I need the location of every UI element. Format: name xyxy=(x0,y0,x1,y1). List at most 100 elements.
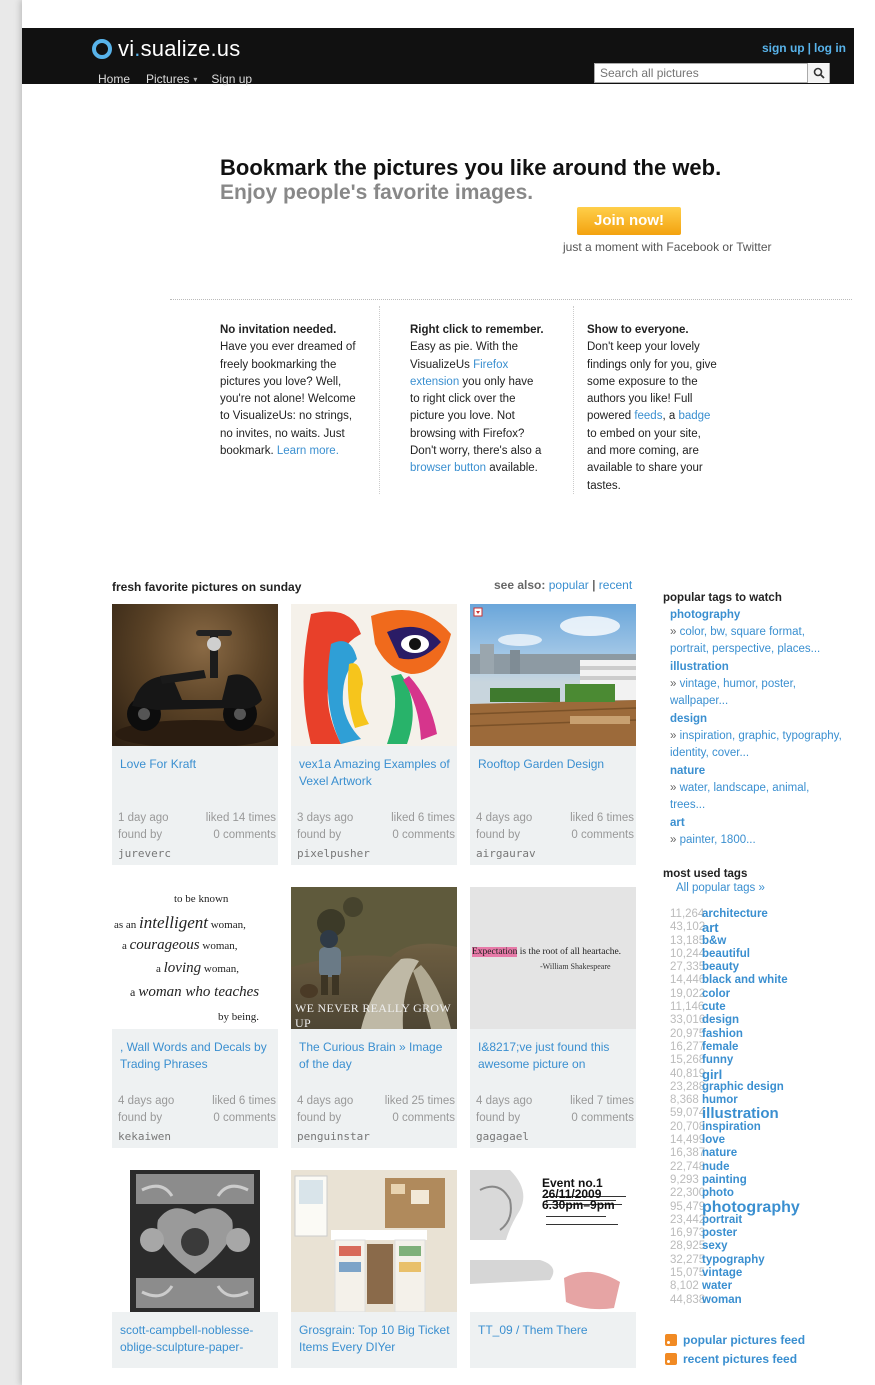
tag-link[interactable]: illustration xyxy=(670,659,860,676)
tag-link[interactable]: black and white xyxy=(702,974,788,987)
picture-card[interactable]: Rooftop Garden Design 4 days ago found b… xyxy=(470,604,636,865)
tag-link[interactable]: sexy xyxy=(702,1240,728,1253)
tag-link[interactable]: poster xyxy=(702,1227,737,1240)
picture-title[interactable]: Grosgrain: Top 10 Big Ticket Items Every… xyxy=(299,1322,451,1356)
nav-home[interactable]: Home xyxy=(98,72,130,86)
picture-title[interactable]: Rooftop Garden Design xyxy=(478,756,630,773)
search-input[interactable] xyxy=(595,64,807,82)
picture-thumbnail[interactable] xyxy=(470,604,636,746)
picture-title[interactable]: vex1a Amazing Examples of Vexel Artwork xyxy=(299,756,451,790)
picture-title[interactable]: TT_09 / Them There xyxy=(478,1322,630,1339)
tag-link[interactable]: typography xyxy=(702,1254,765,1267)
picture-thumbnail[interactable] xyxy=(291,1170,457,1312)
firefox-link[interactable]: Firefox xyxy=(473,359,508,371)
feeds-link[interactable]: feeds xyxy=(634,410,662,422)
picture-title[interactable]: Love For Kraft xyxy=(120,756,272,773)
tag-link[interactable]: photography xyxy=(670,607,860,624)
picture-title[interactable]: , Wall Words and Decals by Trading Phras… xyxy=(120,1039,272,1073)
picture-thumbnail[interactable]: to be known as an intelligent woman, a c… xyxy=(112,887,278,1029)
picture-card[interactable]: Expectation is the root of all heartache… xyxy=(470,887,636,1148)
picture-comments[interactable]: 0 comments xyxy=(385,1110,455,1127)
tag-link[interactable]: love xyxy=(702,1134,725,1147)
tag-link[interactable]: beauty xyxy=(702,961,739,974)
picture-card[interactable]: vex1a Amazing Examples of Vexel Artwork … xyxy=(291,604,457,865)
tag-link[interactable]: funny xyxy=(702,1054,733,1067)
tag-subtags[interactable]: portrait, perspective, places... xyxy=(670,641,860,658)
nav-sign-up[interactable]: Sign up xyxy=(211,72,252,86)
picture-comments[interactable]: 0 comments xyxy=(570,1110,634,1127)
popular-link[interactable]: popular xyxy=(549,578,589,592)
tag-subtags[interactable]: identity, cover... xyxy=(670,745,860,762)
tag-subtags[interactable]: » painter, 1800... xyxy=(670,832,860,849)
picture-comments[interactable]: 0 comments xyxy=(570,827,634,844)
tag-link[interactable]: nature xyxy=(702,1147,737,1160)
tag-link[interactable]: inspiration xyxy=(702,1121,761,1134)
picture-thumbnail[interactable]: Expectation is the root of all heartache… xyxy=(470,887,636,1029)
tag-link[interactable]: cute xyxy=(702,1001,726,1014)
popular-feed-link[interactable]: popular pictures feed xyxy=(665,1333,805,1347)
tag-link[interactable]: nude xyxy=(702,1161,729,1174)
picture-card[interactable]: scott-campbell-noblesse-oblige-sculpture… xyxy=(112,1170,278,1368)
all-popular-tags-link[interactable]: All popular tags » xyxy=(676,882,765,894)
tag-link[interactable]: architecture xyxy=(702,908,768,921)
tag-link[interactable]: design xyxy=(702,1014,739,1027)
tag-link[interactable]: nature xyxy=(670,763,860,780)
tag-link[interactable]: graphic design xyxy=(702,1081,784,1094)
picture-thumbnail[interactable]: Event no.1 26/11/2009 6.30pm–9pm xyxy=(470,1170,636,1312)
log-in-link[interactable]: log in xyxy=(814,41,846,55)
picture-user[interactable]: penguinstar xyxy=(297,1128,455,1145)
tag-subtags[interactable]: wallpaper... xyxy=(670,693,860,710)
tag-link[interactable]: art xyxy=(702,921,719,934)
site-logo[interactable]: vi. sualize.us xyxy=(92,36,240,62)
picture-thumbnail[interactable] xyxy=(112,604,278,746)
tag-subtags[interactable]: trees... xyxy=(670,797,860,814)
tag-link[interactable]: female xyxy=(702,1041,738,1054)
tag-link[interactable]: fashion xyxy=(702,1028,743,1041)
tag-link[interactable]: woman xyxy=(702,1294,742,1307)
picture-title[interactable]: The Curious Brain » Image of the day xyxy=(299,1039,451,1073)
tag-link[interactable]: beautiful xyxy=(702,948,750,961)
picture-title[interactable]: scott-campbell-noblesse-oblige-sculpture… xyxy=(120,1322,272,1356)
picture-title[interactable]: I&8217;ve just found this awesome pictur… xyxy=(478,1039,630,1073)
browser-button-link[interactable]: browser button xyxy=(410,462,486,474)
badge-link[interactable]: badge xyxy=(678,410,710,422)
recent-feed-link[interactable]: recent pictures feed xyxy=(665,1352,797,1366)
tag-link[interactable]: art xyxy=(670,815,860,832)
sign-up-link[interactable]: sign up xyxy=(762,41,805,55)
picture-user[interactable]: airgaurav xyxy=(476,845,634,862)
picture-thumbnail[interactable] xyxy=(291,604,457,746)
tag-link[interactable]: vintage xyxy=(702,1267,742,1280)
picture-thumbnail[interactable] xyxy=(112,1170,278,1312)
learn-more-link[interactable]: Learn more. xyxy=(277,445,339,457)
picture-comments[interactable]: 0 comments xyxy=(212,1110,276,1127)
picture-user[interactable]: gagagael xyxy=(476,1128,634,1145)
tag-link[interactable]: photography xyxy=(702,1199,800,1215)
picture-card[interactable]: Love For Kraft 1 day ago found by jureve… xyxy=(112,604,278,865)
picture-card[interactable]: Event no.1 26/11/2009 6.30pm–9pm TT_09 /… xyxy=(470,1170,636,1368)
tag-subtags[interactable]: » vintage, humor, poster, xyxy=(670,676,860,693)
tag-link[interactable]: portrait xyxy=(702,1214,742,1227)
picture-comments[interactable]: 0 comments xyxy=(391,827,455,844)
tag-link[interactable]: b&w xyxy=(702,935,726,948)
tag-link[interactable]: painting xyxy=(702,1174,747,1187)
tag-subtags[interactable]: » color, bw, square format, xyxy=(670,624,860,641)
recent-link[interactable]: recent xyxy=(599,578,632,592)
tag-subtags[interactable]: » water, landscape, animal, xyxy=(670,780,860,797)
tag-link[interactable]: illustration xyxy=(702,1106,779,1121)
picture-comments[interactable]: 0 comments xyxy=(206,827,276,844)
nav-pictures-dropdown-icon[interactable]: ▾ xyxy=(193,72,197,86)
search-button[interactable] xyxy=(807,63,829,83)
picture-user[interactable]: jureverc xyxy=(118,845,276,862)
tag-link[interactable]: girl xyxy=(702,1068,722,1081)
picture-user[interactable]: pixelpusher xyxy=(297,845,455,862)
picture-card[interactable]: to be known as an intelligent woman, a c… xyxy=(112,887,278,1148)
picture-user[interactable]: kekaiwen xyxy=(118,1128,276,1145)
tag-link[interactable]: color xyxy=(702,988,730,1001)
tag-subtags[interactable]: » inspiration, graphic, typography, xyxy=(670,728,860,745)
picture-card[interactable]: WE NEVER REALLY GROW UP The Curious Brai… xyxy=(291,887,457,1148)
extension-link[interactable]: extension xyxy=(410,376,459,388)
nav-pictures[interactable]: Pictures xyxy=(146,72,189,86)
picture-thumbnail[interactable]: WE NEVER REALLY GROW UP xyxy=(291,887,457,1029)
tag-link[interactable]: water xyxy=(702,1280,732,1293)
tag-link[interactable]: design xyxy=(670,711,860,728)
